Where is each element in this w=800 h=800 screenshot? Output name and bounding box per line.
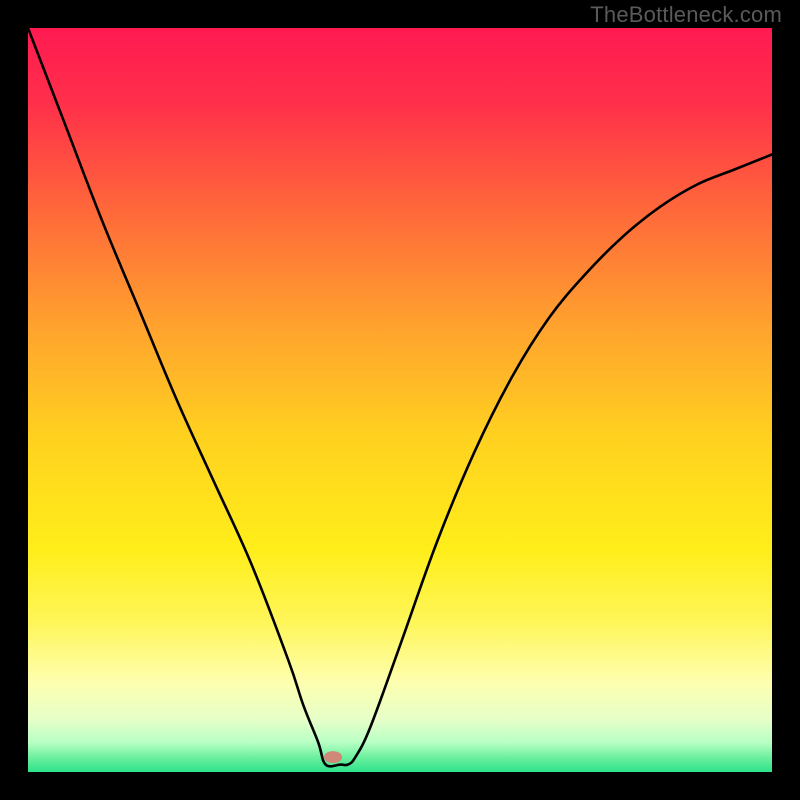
chart-frame: TheBottleneck.com <box>0 0 800 800</box>
watermark-text: TheBottleneck.com <box>590 2 782 28</box>
chart-svg <box>28 28 772 772</box>
gradient-background <box>28 28 772 772</box>
optimal-marker <box>324 751 342 763</box>
plot-area <box>28 28 772 772</box>
